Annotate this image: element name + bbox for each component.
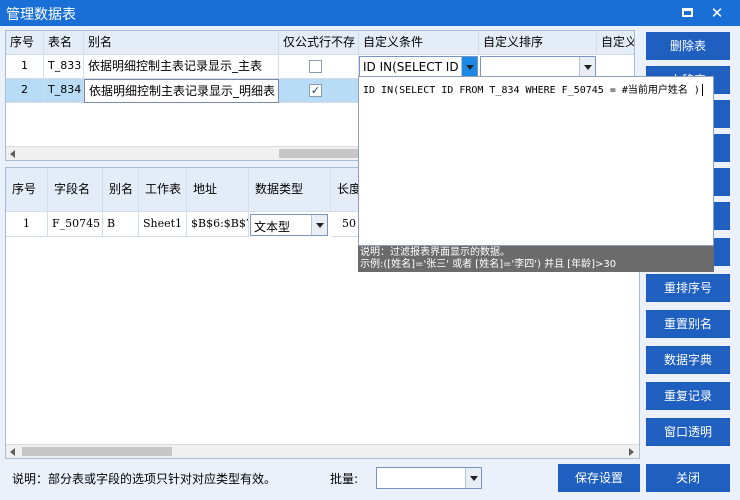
condition-editor-popup[interactable]: ID IN(SELECT ID FROM T_834 WHERE F_50745… <box>358 76 714 246</box>
col-header-formula-only[interactable]: 仅公式行不存 <box>279 31 359 55</box>
col-header-name[interactable]: 表名 <box>44 31 84 55</box>
close-button[interactable]: 关闭 <box>646 464 730 492</box>
table-grid-hscroll[interactable] <box>6 146 362 160</box>
condition-tip-line-1: 说明：过滤报表界面显示的数据。 <box>360 247 510 258</box>
dialog-body: 序号 表名 别名 仅公式行不存 自定义条件 自定义排序 自定义 1 T_833 … <box>0 26 740 500</box>
col-header-field-name[interactable]: 字段名 <box>48 168 103 212</box>
table-row-1-alias[interactable]: 依据明细控制主表记录显示_主表 <box>84 55 279 79</box>
chevron-down-icon[interactable] <box>461 57 477 77</box>
field-row-1-alias[interactable]: B <box>103 212 139 237</box>
data-type-value: 文本型 <box>254 220 291 234</box>
reset-alias-button[interactable]: 重置别名 <box>646 310 730 338</box>
window-transparent-button[interactable]: 窗口透明 <box>646 418 730 446</box>
condition-tip: 说明：过滤报表界面显示的数据。 示例:([姓名]='张三' 或者 [姓名]='李… <box>358 246 714 272</box>
field-row-1-sheet[interactable]: Sheet1 <box>139 212 187 237</box>
scroll-thumb[interactable] <box>279 149 359 158</box>
col-header-sort[interactable]: 自定义排序 <box>479 31 597 55</box>
batch-label: 批量: <box>330 472 359 486</box>
col-header-field-alias[interactable]: 别名 <box>103 168 139 212</box>
col-header-sheet[interactable]: 工作表 <box>139 168 187 212</box>
col-header-custom[interactable]: 自定义 <box>597 31 634 55</box>
col-header-length[interactable]: 长度 <box>331 168 361 212</box>
field-row-1-seq[interactable]: 1 <box>6 212 48 237</box>
title-bar: 管理数据表 ✕ <box>0 0 740 26</box>
field-row-1-length[interactable]: 50 <box>331 212 361 237</box>
batch-select[interactable] <box>376 467 482 489</box>
reorder-seq-button[interactable]: 重排序号 <box>646 274 730 302</box>
formula-only-checkbox-2[interactable]: ✓ <box>309 84 322 97</box>
maximize-icon[interactable] <box>676 3 698 23</box>
formula-only-checkbox-1[interactable] <box>309 60 322 73</box>
table-row-2-seq[interactable]: 2 <box>6 79 44 103</box>
sort-combo[interactable] <box>480 56 596 78</box>
delete-table-button[interactable]: 删除表 <box>646 32 730 60</box>
save-settings-button[interactable]: 保存设置 <box>558 464 640 492</box>
window-title: 管理数据表 <box>6 7 76 23</box>
col-header-field-seq[interactable]: 序号 <box>6 168 48 212</box>
table-row-2-alias-editor[interactable]: 依据明细控制主表记录显示_明细表 <box>84 79 279 103</box>
scroll-right-icon[interactable] <box>629 448 634 456</box>
scroll-left-icon[interactable] <box>10 150 15 158</box>
table-row-1-name[interactable]: T_833 <box>44 55 84 79</box>
data-type-combo[interactable]: 文本型 <box>250 214 328 236</box>
condition-tip-line-2: 示例:([姓名]='张三' 或者 [姓名]='李四') 并且 [年龄]>30 <box>360 259 617 270</box>
col-header-condition[interactable]: 自定义条件 <box>359 31 479 55</box>
chevron-down-icon[interactable] <box>311 215 327 235</box>
condition-combo[interactable]: ID IN(SELECT ID <box>359 56 478 78</box>
col-header-address[interactable]: 地址 <box>187 168 249 212</box>
table-row-2-formula-cell: ✓ <box>279 79 359 103</box>
condition-editor-text[interactable]: ID IN(SELECT ID FROM T_834 WHERE F_50745… <box>363 81 703 96</box>
data-dictionary-button[interactable]: 数据字典 <box>646 346 730 374</box>
field-grid-hscroll[interactable] <box>6 444 639 458</box>
col-header-seq[interactable]: 序号 <box>6 31 44 55</box>
condition-combo-value: ID IN(SELECT ID <box>363 60 459 74</box>
table-row-1-formula-cell <box>279 55 359 79</box>
col-header-data-type[interactable]: 数据类型 <box>249 168 331 212</box>
duplicate-records-button[interactable]: 重复记录 <box>646 382 730 410</box>
col-header-alias[interactable]: 别名 <box>84 31 279 55</box>
chevron-down-icon[interactable] <box>465 468 481 488</box>
footer-note: 说明：部分表或字段的选项只针对对应类型有效。 <box>12 472 277 486</box>
field-row-1-address[interactable]: $B$6:$B$7 <box>187 212 249 237</box>
scroll-thumb[interactable] <box>22 447 172 456</box>
table-row-2-name[interactable]: T_834 <box>44 79 84 103</box>
chevron-down-icon[interactable] <box>579 57 595 77</box>
table-row-1-seq[interactable]: 1 <box>6 55 44 79</box>
scroll-left-icon[interactable] <box>10 448 15 456</box>
field-row-1-name[interactable]: F_50745 <box>48 212 103 237</box>
close-icon[interactable]: ✕ <box>706 3 728 23</box>
